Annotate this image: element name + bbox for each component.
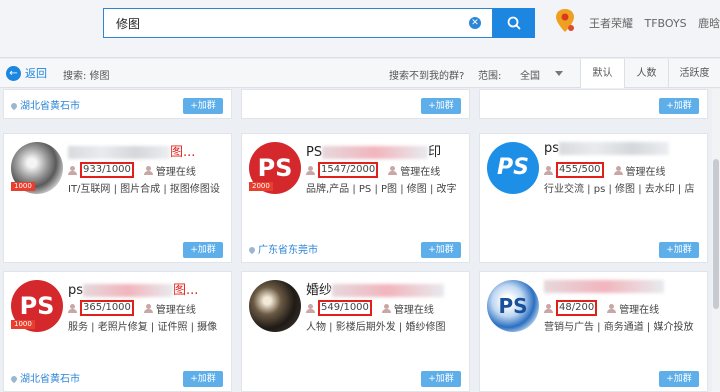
location-icon[interactable] xyxy=(554,8,576,34)
group-card[interactable]: +加群 xyxy=(479,89,708,119)
admin-status: 管理在线 xyxy=(155,166,196,178)
join-button[interactable]: +加群 xyxy=(183,242,223,258)
hot-word[interactable]: TFBOYS xyxy=(645,17,687,30)
range-select[interactable]: 全国 xyxy=(520,67,540,82)
group-card[interactable]: 1000 图... 933/1000 管理在线 IT/互联网 | 图片合成 | 抠… xyxy=(3,133,232,263)
admin-status: 管理在线 xyxy=(625,166,666,178)
search-box: ✕ xyxy=(103,8,493,38)
group-name[interactable]: 婚纱 xyxy=(306,279,445,298)
hot-word[interactable]: 鹿晗 xyxy=(698,17,720,30)
person-icon xyxy=(381,303,391,313)
group-card[interactable]: PS 48/200 管理在线 营销与广告 | 商务通道 | 媒介投放 +加群 xyxy=(479,271,708,392)
group-tags: 行业交流 | ps | 修图 | 去水印 | 店 xyxy=(544,184,695,195)
search-summary: 搜索: 修图 xyxy=(63,71,110,82)
scrollbar-thumb[interactable] xyxy=(713,159,719,309)
join-button[interactable]: +加群 xyxy=(421,242,461,258)
group-name[interactable]: ps 图... xyxy=(68,279,198,298)
member-count: 549/1000 xyxy=(318,300,372,316)
person-icon xyxy=(143,303,153,313)
member-count: 48/200 xyxy=(556,300,598,316)
member-count: 455/500 xyxy=(556,162,604,178)
group-name[interactable]: 图... xyxy=(68,141,195,160)
clear-icon[interactable]: ✕ xyxy=(469,17,481,29)
join-button[interactable]: +加群 xyxy=(421,98,461,114)
admin-status: 管理在线 xyxy=(400,166,441,178)
join-button[interactable]: +加群 xyxy=(421,371,461,387)
tab-activity[interactable]: 活跃度 xyxy=(668,59,720,88)
group-avatar xyxy=(249,280,301,332)
search-button[interactable] xyxy=(493,8,535,38)
person-icon xyxy=(306,165,315,175)
group-card[interactable]: 婚纱 549/1000 管理在线 人物 | 影楼后期外发 | 婚纱修图 +加群 xyxy=(241,271,470,392)
chevron-down-icon[interactable] xyxy=(555,71,563,76)
person-icon xyxy=(143,165,153,175)
person-icon xyxy=(68,165,77,175)
person-icon xyxy=(607,303,617,313)
back-arrow-icon: ← xyxy=(6,65,21,81)
member-count: 1547/2000 xyxy=(318,162,379,178)
search-input[interactable] xyxy=(104,9,456,37)
group-stats: 365/1000 管理在线 xyxy=(68,300,196,316)
admin-status: 管理在线 xyxy=(619,304,660,316)
group-tags: IT/互联网 | 图片合成 | 抠图修图设 xyxy=(68,184,220,195)
member-count: 365/1000 xyxy=(80,300,134,316)
level-badge: 1000 xyxy=(11,320,35,329)
group-tags: 营销与广告 | 商务通道 | 媒介投放 xyxy=(544,322,694,333)
level-badge: 2000 xyxy=(249,182,273,191)
range-label: 范围: xyxy=(478,71,502,82)
group-card[interactable]: 湖北省黄石市 +加群 xyxy=(3,89,232,119)
group-tags: 人物 | 影楼后期外发 | 婚纱修图 xyxy=(306,322,446,333)
group-card[interactable]: PS 1000 ps 图... 365/1000 管理在线 服务 | 老照片修复 |… xyxy=(3,271,232,392)
join-button[interactable]: +加群 xyxy=(659,242,699,258)
level-badge: 1000 xyxy=(11,182,35,191)
join-button[interactable]: +加群 xyxy=(183,371,223,387)
join-button[interactable]: +加群 xyxy=(659,371,699,387)
search-icon xyxy=(507,16,521,30)
hot-word[interactable]: 王者荣耀 xyxy=(589,17,633,30)
location-icon xyxy=(247,245,257,255)
group-name[interactable]: PS 印 xyxy=(306,141,441,160)
group-tags: 服务 | 老照片修复 | 证件照 | 摄像 xyxy=(68,322,218,333)
group-results: 湖北省黄石市 +加群 +加群 +加群 1000 图... 933/1000 管理在… xyxy=(0,89,712,392)
back-label: 返回 xyxy=(25,67,47,80)
person-icon xyxy=(388,165,398,175)
group-avatar: PS xyxy=(487,142,539,194)
person-icon xyxy=(613,165,623,175)
group-stats: 455/500 管理在线 xyxy=(544,162,666,178)
group-stats: 48/200 管理在线 xyxy=(544,300,659,316)
person-icon xyxy=(68,303,77,313)
scrollbar[interactable] xyxy=(712,89,720,392)
person-icon xyxy=(544,165,553,175)
group-stats: 1547/2000 管理在线 xyxy=(306,162,440,178)
person-icon xyxy=(306,303,315,313)
admin-status: 管理在线 xyxy=(393,304,434,316)
person-icon xyxy=(544,303,553,313)
group-name[interactable]: ps xyxy=(544,141,670,156)
member-count: 933/1000 xyxy=(80,162,134,178)
group-stats: 549/1000 管理在线 xyxy=(306,300,434,316)
admin-status: 管理在线 xyxy=(155,304,196,316)
group-card[interactable]: +加群 xyxy=(241,89,470,119)
back-button[interactable]: ← 返回 xyxy=(6,65,47,81)
location-icon xyxy=(9,374,19,384)
group-stats: 933/1000 管理在线 xyxy=(68,162,196,178)
join-button[interactable]: +加群 xyxy=(183,98,223,114)
filter-bar: ← 返回 搜索: 修图 搜索不到我的群? 范围: 全国 默认 人数 活跃度 xyxy=(0,59,720,88)
not-found-link[interactable]: 搜索不到我的群? xyxy=(389,67,464,82)
group-tags: 品牌,产品 | PS | P图 | 修图 | 改字 xyxy=(306,184,457,195)
tab-default[interactable]: 默认 xyxy=(580,59,624,88)
card-location: 湖北省黄石市 xyxy=(9,370,80,385)
group-avatar: PS xyxy=(487,280,539,332)
card-location: 湖北省黄石市 xyxy=(9,97,80,112)
join-button[interactable]: +加群 xyxy=(659,98,699,114)
tab-members[interactable]: 人数 xyxy=(624,59,668,88)
top-header: ✕ 王者荣耀 TFBOYS 鹿晗 xyxy=(0,0,720,58)
location-icon xyxy=(9,101,19,111)
group-name[interactable] xyxy=(544,279,664,294)
hot-words: 王者荣耀 TFBOYS 鹿晗 xyxy=(589,15,720,31)
card-location: 广东省东莞市 xyxy=(247,241,318,256)
group-card[interactable]: PS 2000 PS 印 1547/2000 管理在线 品牌,产品 | PS | P… xyxy=(241,133,470,263)
group-card[interactable]: PS ps 455/500 管理在线 行业交流 | ps | 修图 | 去水印 |… xyxy=(479,133,708,263)
